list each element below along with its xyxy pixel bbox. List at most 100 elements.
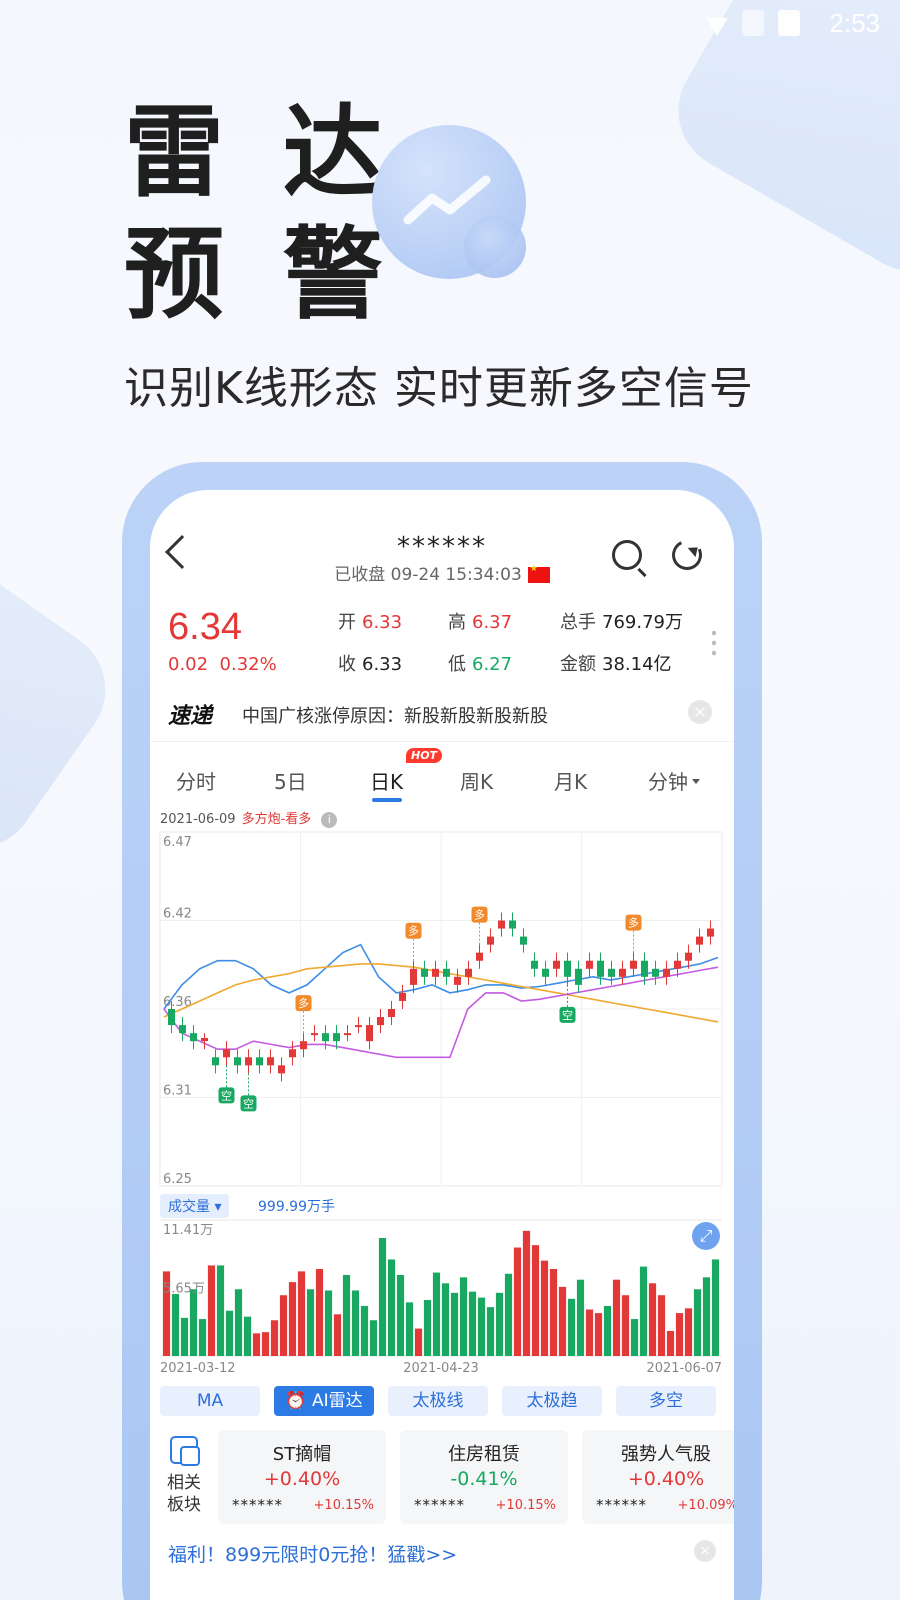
candle-body bbox=[563, 960, 572, 977]
volume-tick-label: 11.41万 bbox=[163, 1223, 213, 1238]
volume-bar bbox=[351, 1290, 360, 1356]
volume-bar bbox=[288, 1282, 297, 1356]
volume-bar bbox=[657, 1295, 666, 1356]
volume-bar bbox=[675, 1313, 684, 1356]
y-tick-label: 6.47 bbox=[163, 835, 192, 850]
signal-label: 空 bbox=[243, 1096, 254, 1110]
candle-body bbox=[233, 1057, 242, 1066]
indicator-ma-button[interactable]: MA bbox=[160, 1386, 260, 1416]
sector-stock-pct: +10.15% bbox=[313, 1498, 374, 1513]
volume-bar bbox=[666, 1330, 675, 1356]
volume-bar bbox=[198, 1319, 207, 1356]
candle-body bbox=[508, 920, 517, 929]
sector-stock-pct: +10.09% bbox=[677, 1498, 734, 1513]
volume-bar bbox=[405, 1302, 414, 1356]
candle-body bbox=[519, 936, 528, 945]
volume-bar bbox=[216, 1265, 225, 1356]
candle-body bbox=[387, 1009, 396, 1018]
y-tick-label: 6.25 bbox=[163, 1172, 192, 1187]
volume-bar bbox=[504, 1273, 513, 1356]
volume-bar bbox=[306, 1289, 315, 1356]
sector-card[interactable]: 强势人气股 +0.40% ****** +10.09% bbox=[582, 1430, 734, 1524]
volume-bar bbox=[540, 1260, 549, 1356]
candle-body bbox=[607, 968, 616, 977]
candle-body bbox=[310, 1033, 319, 1036]
sector-card[interactable]: ST摘帽 +0.40% ****** +10.15% bbox=[218, 1430, 386, 1524]
volume-bar bbox=[495, 1292, 504, 1356]
volume-bar bbox=[702, 1277, 711, 1356]
volume-bar bbox=[612, 1279, 621, 1356]
candle-body bbox=[288, 1049, 297, 1058]
volume-bar bbox=[531, 1245, 540, 1356]
wifi-icon bbox=[706, 17, 728, 36]
candle-body bbox=[244, 1057, 253, 1066]
volume-bar bbox=[693, 1289, 702, 1356]
related-sectors-label: 相关板块 bbox=[164, 1436, 204, 1516]
signal-label: 多 bbox=[474, 908, 485, 922]
sector-stock-pct: +10.15% bbox=[495, 1498, 556, 1513]
volume-bar bbox=[396, 1274, 405, 1356]
x-tick-label: 2021-06-07 bbox=[646, 1361, 722, 1376]
expand-icon[interactable]: ⤢ bbox=[692, 1222, 720, 1250]
volume-bar bbox=[360, 1305, 369, 1356]
hero-title-line1: 雷 达 bbox=[124, 94, 395, 211]
candle-body bbox=[596, 960, 605, 977]
no-sim-icon bbox=[742, 10, 764, 36]
candle-body bbox=[255, 1057, 264, 1066]
candle-body bbox=[398, 992, 407, 1001]
close-icon[interactable]: × bbox=[694, 1540, 716, 1562]
volume-tick-label: 5.65万 bbox=[163, 1282, 205, 1297]
volume-bar bbox=[387, 1259, 396, 1356]
volume-bar bbox=[180, 1317, 189, 1356]
hero-subtitle: 识别K线形态 实时更新多空信号 bbox=[124, 363, 754, 414]
candle-body bbox=[530, 960, 539, 969]
sector-stock: ****** bbox=[414, 1496, 465, 1514]
candle-body bbox=[684, 952, 693, 961]
indicator-taiji-trend-button[interactable]: 太极趋 bbox=[502, 1386, 602, 1416]
candle-body bbox=[354, 1025, 363, 1028]
x-tick-label: 2021-04-23 bbox=[403, 1361, 479, 1376]
status-bar: 2:53 bbox=[0, 0, 900, 48]
volume-bar bbox=[621, 1295, 630, 1356]
volume-bar bbox=[603, 1305, 612, 1356]
indicator-long-short-button[interactable]: 多空 bbox=[616, 1386, 716, 1416]
volume-bar bbox=[234, 1289, 243, 1356]
volume-bar bbox=[648, 1283, 657, 1356]
volume-bar bbox=[522, 1230, 531, 1356]
indicator-ai-radar-button[interactable]: ⏰ AI雷达 bbox=[274, 1386, 374, 1416]
candle-body bbox=[541, 968, 550, 977]
indicator-taiji-line-button[interactable]: 太极线 bbox=[388, 1386, 488, 1416]
volume-bar bbox=[252, 1333, 261, 1356]
decorative-shape bbox=[0, 548, 129, 872]
candle-body bbox=[277, 1065, 286, 1074]
hero-title: 雷 达 预 警 bbox=[124, 92, 395, 336]
kline-chart[interactable]: 6.476.426.366.316.25空空多多多空多11.41万5.65万20… bbox=[150, 490, 734, 1390]
volume-bar bbox=[171, 1294, 180, 1356]
promo-banner[interactable]: 福利！899元限时0元抢！猛戳>> bbox=[168, 1540, 457, 1567]
y-tick-label: 6.31 bbox=[163, 1084, 192, 1099]
candle-body bbox=[475, 952, 484, 961]
candle-body bbox=[640, 960, 649, 977]
candle-body bbox=[442, 968, 451, 977]
signal-label: 多 bbox=[408, 924, 419, 938]
candle-body bbox=[420, 968, 429, 977]
volume-bar bbox=[486, 1307, 495, 1356]
signal-label: 多 bbox=[628, 916, 639, 930]
sector-stock: ****** bbox=[596, 1496, 647, 1514]
candle-body bbox=[189, 1033, 198, 1042]
candle-body bbox=[178, 1025, 187, 1034]
volume-bar bbox=[342, 1274, 351, 1356]
volume-bar bbox=[558, 1286, 567, 1356]
volume-bar bbox=[432, 1272, 441, 1356]
volume-bar bbox=[684, 1308, 693, 1356]
candle-body bbox=[552, 960, 561, 969]
candle-body bbox=[585, 960, 594, 969]
sector-card[interactable]: 住房租赁 -0.41% ****** +10.15% bbox=[400, 1430, 568, 1524]
candle-body bbox=[376, 1017, 385, 1026]
volume-bar bbox=[468, 1291, 477, 1356]
x-tick-label: 2021-03-12 bbox=[160, 1361, 236, 1376]
candle-body bbox=[266, 1057, 275, 1066]
bubble-decoration bbox=[464, 216, 526, 278]
volume-selector[interactable]: 成交量 ▾ bbox=[160, 1194, 230, 1218]
candle-body bbox=[486, 936, 495, 945]
